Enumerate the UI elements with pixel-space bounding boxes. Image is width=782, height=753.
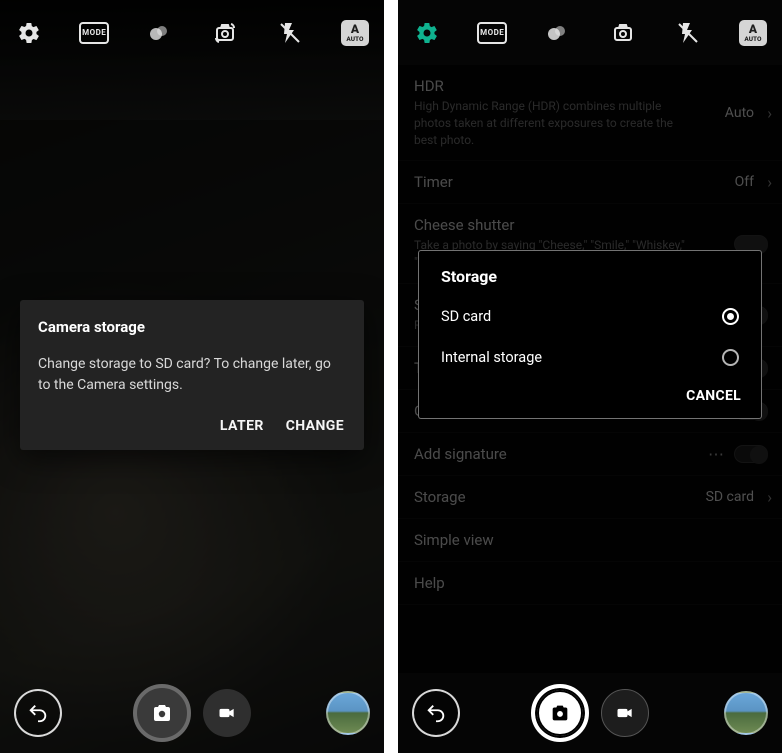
camera-switch-icon[interactable] (606, 16, 640, 50)
option-internal-storage[interactable]: Internal storage (419, 337, 761, 378)
mode-label: MODE (79, 22, 109, 44)
mode-icon[interactable]: MODE (475, 16, 509, 50)
dialog-title: Storage (419, 267, 761, 296)
dialog-actions: CANCEL (419, 378, 761, 410)
camera-topbar: MODE A AUTO (398, 0, 782, 65)
back-button[interactable] (14, 689, 62, 737)
video-button[interactable] (203, 689, 251, 737)
radio-selected-icon[interactable] (722, 308, 739, 325)
mode-icon[interactable]: MODE (77, 16, 111, 50)
back-button[interactable] (412, 689, 460, 737)
dialog-title: Camera storage (38, 318, 346, 336)
mode-label: MODE (477, 22, 507, 44)
camera-topbar: MODE A AUTO (0, 0, 384, 65)
filter-icon[interactable] (540, 16, 574, 50)
screenshot-right: MODE A AUTO HDR High Dynamic Range (HD (398, 0, 782, 753)
dialog-actions: LATER CHANGE (38, 414, 346, 440)
camera-bottombar (0, 673, 384, 753)
later-button[interactable]: LATER (220, 418, 264, 434)
gear-icon[interactable] (410, 16, 444, 50)
filter-icon[interactable] (142, 16, 176, 50)
shutter-button[interactable] (531, 684, 589, 742)
auto-label: AUTO (346, 35, 363, 43)
gallery-thumbnail[interactable] (326, 691, 370, 735)
camera-switch-icon[interactable] (208, 16, 242, 50)
gear-icon[interactable] (12, 16, 46, 50)
auto-mode-icon[interactable]: A AUTO (338, 16, 372, 50)
option-label: Internal storage (441, 349, 542, 366)
auto-mode-icon[interactable]: A AUTO (736, 16, 770, 50)
radio-icon[interactable] (722, 349, 739, 366)
camera-bottombar (398, 673, 782, 753)
shutter-button[interactable] (133, 684, 191, 742)
auto-label: AUTO (744, 35, 761, 43)
camera-storage-dialog: Camera storage Change storage to SD card… (20, 300, 364, 450)
gallery-thumbnail[interactable] (724, 691, 768, 735)
screenshot-left: MODE A AUTO Camera storage Change storag… (0, 0, 384, 753)
flash-off-icon[interactable] (671, 16, 705, 50)
auto-letter: A (749, 23, 757, 35)
change-button[interactable]: CHANGE (286, 418, 344, 434)
option-sd-card[interactable]: SD card (419, 296, 761, 337)
option-label: SD card (441, 308, 491, 325)
flash-off-icon[interactable] (273, 16, 307, 50)
cancel-button[interactable]: CANCEL (686, 388, 741, 404)
auto-letter: A (351, 23, 359, 35)
video-button[interactable] (601, 689, 649, 737)
dialog-body: Change storage to SD card? To change lat… (38, 354, 346, 396)
storage-dialog: Storage SD card Internal storage CANCEL (418, 250, 762, 419)
